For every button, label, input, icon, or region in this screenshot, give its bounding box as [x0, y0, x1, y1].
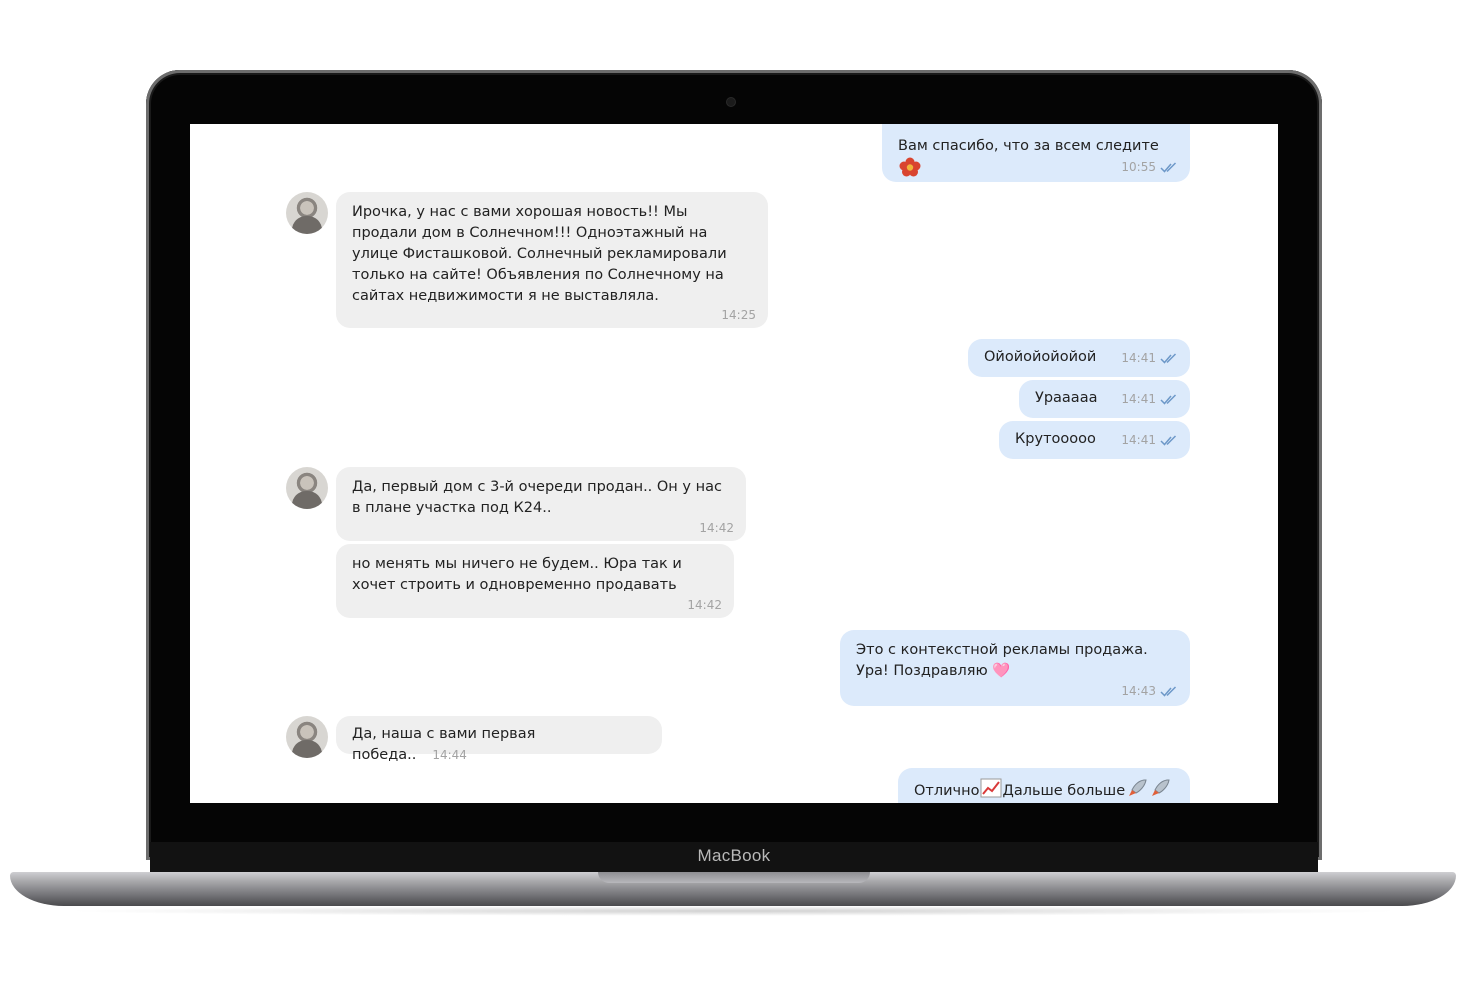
message-text: Да, первый дом с 3-й очереди продан.. Он… [352, 479, 722, 516]
message-meta: 14:41 [1121, 351, 1178, 367]
read-double-check-icon [1160, 394, 1178, 408]
message-time: 14:43 [1121, 684, 1156, 698]
contact-avatar[interactable] [286, 716, 328, 758]
message-time: 14:41 [1121, 392, 1156, 406]
message-meta: 14:43 [1121, 684, 1178, 700]
read-double-check-icon [1160, 353, 1178, 367]
message-time: 14:41 [1121, 351, 1156, 365]
message-meta: 14:41 [1121, 433, 1178, 449]
message-text: Это с контекстной рекламы продажа. Ура! … [856, 642, 1148, 679]
webcam-icon [727, 98, 735, 106]
rocket-emoji-icon [1126, 778, 1148, 803]
incoming-message[interactable]: Ирочка, у нас с вами хорошая новость!! М… [336, 192, 768, 328]
message-meta: 14:41 [1121, 392, 1178, 408]
message-time: 14:42 [699, 521, 734, 535]
message-time: 10:55 [1121, 160, 1156, 174]
chat-window[interactable]: Вам спасибо, что за всем следите 10:55 И… [190, 124, 1278, 803]
outgoing-message[interactable]: Крутооооо 14:41 [999, 421, 1190, 459]
outgoing-message[interactable]: Ураaaaa 14:41 [1019, 380, 1190, 418]
laptop-shadow [60, 906, 1406, 916]
message-time: 14:42 [687, 598, 722, 612]
outgoing-message[interactable]: Отлично Дальше больше [898, 768, 1190, 803]
message-text: Дальше больше [1002, 783, 1126, 799]
outgoing-message[interactable]: Ойойойойойой 14:41 [968, 339, 1190, 377]
message-text: Ураaaaa [1035, 390, 1098, 406]
incoming-message[interactable]: Да, первый дом с 3-й очереди продан.. Он… [336, 467, 746, 541]
incoming-message[interactable]: но менять мы ничего не будем.. Юра так и… [336, 544, 734, 618]
laptop-hinge-notch [598, 872, 870, 883]
read-double-check-icon [1160, 435, 1178, 449]
outgoing-message[interactable]: Это с контекстной рекламы продажа. Ура! … [840, 630, 1190, 706]
message-text: Ирочка, у нас с вами хорошая новость!! М… [352, 204, 727, 304]
rocket-emoji-icon [1149, 778, 1171, 803]
read-double-check-icon [1160, 686, 1178, 700]
message-meta: 10:55 [1121, 160, 1178, 176]
outgoing-message[interactable]: Вам спасибо, что за всем следите 10:55 [882, 124, 1190, 182]
contact-avatar[interactable] [286, 192, 328, 234]
device-brand-label: MacBook [697, 846, 771, 865]
flower-emoji-icon [899, 157, 921, 184]
message-text: Крутооооо [1015, 431, 1096, 447]
message-time: 14:41 [1121, 433, 1156, 447]
message-text: Ойойойойойой [984, 349, 1097, 365]
message-text: Отлично [914, 783, 980, 799]
chart-increasing-emoji-icon [980, 778, 1002, 803]
contact-avatar[interactable] [286, 467, 328, 509]
incoming-message[interactable]: Да, наша с вами первая победа.. 14:44 [336, 716, 662, 763]
message-text: Вам спасибо, что за всем следите [898, 138, 1159, 154]
message-time: 14:44 [432, 748, 467, 762]
read-double-check-icon [1160, 162, 1178, 176]
message-time: 14:25 [721, 308, 756, 322]
message-text: но менять мы ничего не будем.. Юра так и… [352, 556, 682, 593]
